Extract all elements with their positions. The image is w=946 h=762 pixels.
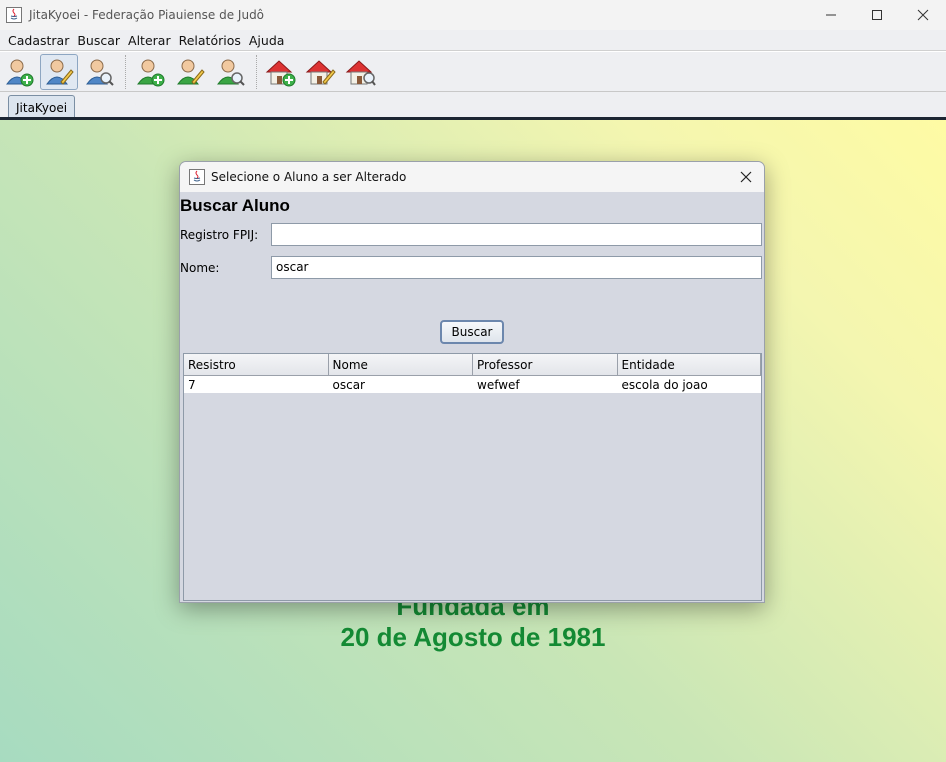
- edit-person-button[interactable]: [171, 54, 209, 90]
- cell-professor: wefwef: [477, 377, 520, 392]
- java-app-icon: [6, 7, 22, 23]
- menu-bar: Cadastrar Buscar Alterar Relatórios Ajud…: [0, 30, 946, 51]
- dialog-body: Buscar Aluno Registro FPIJ: Nome: oscar …: [180, 192, 764, 602]
- dialog-title: Selecione o Aluno a ser Alterado: [211, 170, 407, 184]
- dialog-close-button[interactable]: [734, 165, 758, 189]
- add-person-icon: [137, 59, 165, 86]
- close-button[interactable]: [900, 0, 946, 30]
- java-app-icon: [189, 169, 205, 185]
- column-header-professor[interactable]: Professor: [473, 354, 618, 375]
- menu-cadastrar[interactable]: Cadastrar: [4, 33, 73, 48]
- close-icon: [917, 9, 929, 21]
- close-icon: [740, 171, 752, 183]
- minimize-icon: [826, 14, 836, 16]
- add-house-button[interactable]: [262, 54, 300, 90]
- toolbar: [0, 52, 946, 92]
- cell-entidade: escola do joao: [621, 377, 708, 392]
- nome-input[interactable]: oscar: [271, 256, 762, 279]
- add-user-button[interactable]: [0, 54, 38, 90]
- results-table: Resistro Nome Professor Entidade 7 oscar…: [183, 353, 762, 601]
- select-student-dialog: Selecione o Aluno a ser Alterado Buscar …: [179, 161, 765, 603]
- cell-nome: oscar: [332, 377, 365, 392]
- maximize-button[interactable]: [854, 0, 900, 30]
- search-user-button[interactable]: [80, 54, 118, 90]
- menu-buscar[interactable]: Buscar: [73, 33, 124, 48]
- registro-label: Registro FPIJ:: [180, 228, 259, 242]
- table-header: Resistro Nome Professor Entidade: [184, 354, 761, 376]
- window-titlebar: JitaKyoei - Federação Piauiense de Judô: [0, 0, 946, 30]
- menu-alterar[interactable]: Alterar: [124, 33, 175, 48]
- add-person-button[interactable]: [131, 54, 169, 90]
- dialog-heading: Buscar Aluno: [180, 196, 290, 215]
- edit-house-button[interactable]: [302, 54, 340, 90]
- nome-label: Nome:: [180, 261, 220, 275]
- column-header-registro[interactable]: Resistro: [184, 354, 329, 375]
- menu-ajuda[interactable]: Ajuda: [245, 33, 289, 48]
- edit-house-icon: [305, 59, 336, 85]
- founded-date: 20 de Agosto de 1981: [340, 622, 606, 652]
- edit-person-icon: [177, 59, 205, 85]
- search-house-button[interactable]: [342, 54, 380, 90]
- add-house-icon: [265, 59, 296, 86]
- column-header-entidade[interactable]: Entidade: [618, 354, 761, 375]
- toolbar-separator: [256, 54, 257, 89]
- search-button[interactable]: Buscar: [440, 320, 504, 344]
- cell-registro: 7: [188, 377, 196, 392]
- search-user-icon: [86, 59, 114, 86]
- maximize-icon: [872, 10, 882, 20]
- search-person-icon: [217, 59, 245, 86]
- window-title: JitaKyoei - Federação Piauiense de Judô: [29, 8, 265, 22]
- table-row[interactable]: 7 oscar wefwef escola do joao: [184, 376, 761, 393]
- tab-strip: JitaKyoei: [0, 92, 946, 120]
- edit-user-icon: [46, 59, 74, 85]
- toolbar-separator: [125, 54, 126, 89]
- column-header-nome[interactable]: Nome: [329, 354, 473, 375]
- add-user-icon: [6, 59, 34, 86]
- dialog-titlebar: Selecione o Aluno a ser Alterado: [180, 162, 764, 192]
- registro-input[interactable]: [271, 223, 762, 246]
- minimize-button[interactable]: [808, 0, 854, 30]
- search-person-button[interactable]: [211, 54, 249, 90]
- menu-relatorios[interactable]: Relatórios: [175, 33, 245, 48]
- search-house-icon: [345, 59, 376, 86]
- edit-user-button[interactable]: [40, 53, 78, 90]
